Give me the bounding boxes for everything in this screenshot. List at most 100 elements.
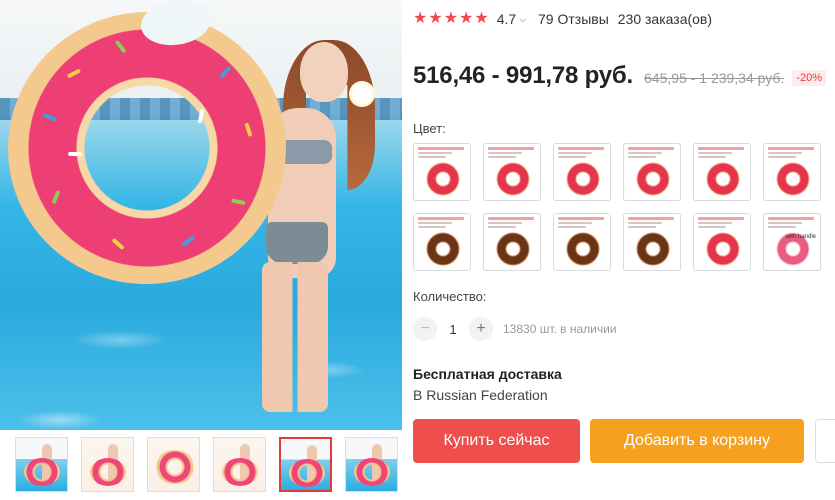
thumbnail[interactable]: [81, 437, 134, 492]
swatch-label-lines: [418, 226, 446, 228]
swatch-label-lines: [768, 226, 796, 228]
swatch-label-lines: [558, 152, 592, 154]
swatch-label-lines: [488, 147, 534, 150]
old-price: 645,95 - 1 239,34 руб.: [644, 70, 785, 86]
thumbnail-ring: [90, 458, 126, 486]
swatch-label-lines: [768, 217, 814, 220]
swatch-label-lines: [488, 222, 522, 224]
color-swatch[interactable]: [553, 213, 611, 271]
sprinkle: [68, 151, 83, 157]
swatch-label-lines: [558, 222, 592, 224]
swatch-label-lines: [768, 156, 796, 158]
color-swatch[interactable]: [483, 143, 541, 201]
star-icon: ★: [428, 10, 443, 27]
swatch-label-lines: [768, 222, 802, 224]
quantity-value[interactable]: 1: [437, 322, 469, 337]
swatch-label-lines: [418, 222, 452, 224]
swatch-label-lines: [558, 147, 604, 150]
swatch-ring-image: [426, 232, 460, 266]
discount-badge: -20%: [792, 70, 827, 86]
sprinkle: [114, 39, 127, 54]
color-swatch[interactable]: [413, 213, 471, 271]
chevron-down-icon[interactable]: ⌵: [519, 14, 526, 25]
swatch-label-lines: [418, 156, 446, 158]
color-swatch-grid: with handle: [413, 143, 821, 271]
thumbnail-ring: [154, 450, 196, 484]
color-swatch[interactable]: [553, 143, 611, 201]
swatch-label-lines: [558, 226, 586, 228]
swatch-label-lines: [558, 217, 604, 220]
wishlist-button[interactable]: [815, 419, 835, 463]
buy-now-button[interactable]: Купить сейчас: [413, 419, 580, 463]
thumbnail-ring: [354, 458, 390, 486]
swatch-label-lines: [628, 226, 656, 228]
main-product-image[interactable]: [0, 0, 402, 430]
thumbnail[interactable]: [147, 437, 200, 492]
color-swatch[interactable]: [623, 143, 681, 201]
swatch-label-lines: [768, 147, 814, 150]
swatch-handle-text: with handle: [785, 234, 816, 240]
thumbnail[interactable]: [345, 437, 398, 492]
color-swatch[interactable]: [413, 143, 471, 201]
thumbnail-active[interactable]: [279, 437, 332, 492]
color-swatch[interactable]: [763, 143, 821, 201]
swatch-label-lines: [488, 156, 516, 158]
model-legs: [262, 262, 328, 412]
rating-stars[interactable]: ★ ★ ★ ★ ★: [413, 10, 489, 28]
sprinkle: [66, 68, 82, 79]
thumbnail-strip: [15, 437, 398, 492]
shipping-destination[interactable]: В Russian Federation: [413, 387, 548, 403]
swatch-ring-image: [636, 232, 670, 266]
swatch-ring-image: [566, 232, 600, 266]
swatch-label-lines: [558, 156, 586, 158]
swatch-ring-image: [706, 162, 740, 196]
color-swatch[interactable]: [483, 213, 541, 271]
sprinkle: [111, 237, 125, 251]
sprinkle: [219, 65, 232, 79]
swatch-ring-image: [636, 162, 670, 196]
sprinkle: [181, 235, 196, 248]
color-swatch[interactable]: [693, 213, 751, 271]
swatch-label-lines: [768, 152, 802, 154]
reviews-link[interactable]: 79 Отзывы: [538, 11, 609, 27]
star-icon: ★: [413, 10, 428, 27]
swatch-label-lines: [628, 156, 656, 158]
swatch-label-lines: [488, 226, 516, 228]
quantity-stepper: − 1 + 13830 шт. в наличии: [413, 317, 617, 341]
model-head: [300, 42, 348, 102]
sprinkle: [51, 189, 61, 205]
thumbnail-ring: [289, 459, 325, 487]
price-row: 516,46 - 991,78 руб. 645,95 - 1 239,34 р…: [413, 62, 827, 90]
swatch-label-lines: [488, 217, 534, 220]
rating-value[interactable]: 4.7: [497, 11, 516, 27]
thumbnail[interactable]: [213, 437, 266, 492]
add-to-cart-button[interactable]: Добавить в корзину: [590, 419, 804, 463]
thumbnail-ring: [24, 458, 60, 486]
thumbnail[interactable]: [15, 437, 68, 492]
star-icon: ★: [474, 10, 489, 27]
swatch-label-lines: [698, 152, 732, 154]
swatch-label-lines: [628, 217, 674, 220]
sprinkle: [231, 198, 246, 206]
thumbnail-ring: [222, 458, 258, 486]
color-swatch[interactable]: [623, 213, 681, 271]
star-icon: ★: [459, 10, 474, 27]
orders-count: 230 заказа(ов): [617, 11, 713, 27]
current-price: 516,46 - 991,78 руб.: [413, 62, 633, 89]
quantity-decrease-button[interactable]: −: [413, 317, 437, 341]
color-label: Цвет:: [413, 121, 446, 136]
swatch-label-lines: [698, 226, 726, 228]
swatch-label-lines: [628, 152, 662, 154]
swatch-ring-image: [566, 162, 600, 196]
color-swatch[interactable]: [693, 143, 751, 201]
swatch-ring-image: [426, 162, 460, 196]
sprinkle: [197, 108, 205, 124]
swatch-label-lines: [418, 217, 464, 220]
swatch-label-lines: [418, 152, 452, 154]
shipping-title: Бесплатная доставка: [413, 366, 562, 382]
swatch-label-lines: [628, 222, 662, 224]
quantity-increase-button[interactable]: +: [469, 317, 493, 341]
color-swatch[interactable]: with handle: [763, 213, 821, 271]
swatch-label-lines: [628, 147, 674, 150]
swatch-label-lines: [698, 147, 744, 150]
